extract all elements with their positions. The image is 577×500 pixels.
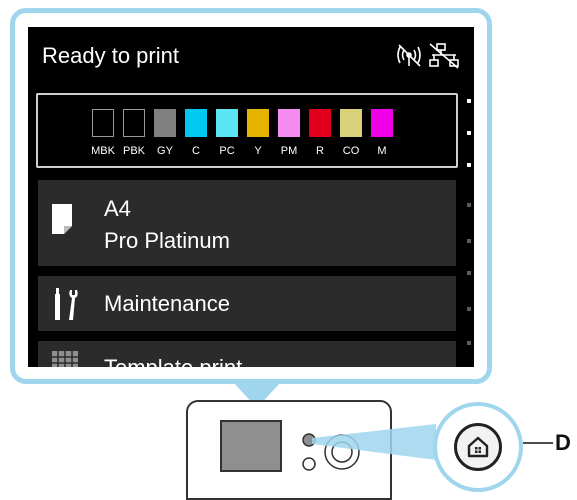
ink-tank-m [371, 109, 393, 137]
template-print-label: Template print [104, 355, 242, 367]
paper-icon [52, 204, 72, 234]
touchscreen-display: Ready to print MBK PBK GY C PC Y PM R CO M A4 Pro… [28, 27, 474, 367]
ink-label: PC [219, 145, 235, 157]
ink-tank-gy [154, 109, 176, 137]
ink-label: C [192, 145, 200, 157]
maintenance-label: Maintenance [104, 291, 230, 316]
ink-tank-y [247, 109, 269, 137]
template-icon [52, 351, 78, 367]
paper-settings-item[interactable]: A4 Pro Platinum [38, 180, 456, 266]
ink-label: CO [342, 145, 360, 157]
label-leader-line [523, 442, 553, 444]
scroll-indicator [467, 271, 471, 275]
scroll-indicator [467, 307, 471, 311]
callout-leader [312, 424, 436, 460]
scroll-indicator [467, 341, 471, 345]
ink-label: Y [254, 145, 262, 157]
scroll-indicator [467, 239, 471, 243]
scroll-indicator [467, 203, 471, 207]
callout-label-d: D [555, 430, 571, 455]
ink-label: MBK [91, 145, 115, 157]
ink-tank-c [185, 109, 207, 137]
network-status-icons [397, 43, 459, 69]
ink-tank-pbk [123, 109, 145, 137]
home-button[interactable] [454, 423, 502, 471]
ink-label: GY [157, 145, 173, 157]
ink-tank-r [309, 109, 331, 137]
tools-icon [55, 288, 78, 320]
status-title: Ready to print [42, 43, 179, 68]
ink-label: M [377, 145, 387, 157]
template-print-item[interactable]: Template print [38, 341, 456, 367]
ink-tank-pm [278, 109, 300, 137]
ink-label: R [316, 145, 324, 157]
scroll-indicator [467, 99, 471, 103]
ink-tank-co [340, 109, 362, 137]
paper-size: A4 [104, 196, 131, 221]
maintenance-item[interactable]: Maintenance [38, 276, 456, 331]
ink-tank-mbk [92, 109, 114, 137]
ink-label: PBK [122, 145, 145, 157]
ink-level-panel[interactable]: MBK PBK GY C PC Y PM R CO M [36, 93, 458, 168]
panel-screen [220, 420, 282, 472]
ink-tank-pc [216, 109, 238, 137]
home-icon [467, 436, 489, 458]
wired-lan-off-icon [429, 43, 459, 69]
scroll-indicator [467, 163, 471, 167]
paper-type: Pro Platinum [104, 228, 230, 253]
scroll-indicator [467, 131, 471, 135]
ink-label: PM [280, 145, 298, 157]
wireless-off-icon [397, 44, 421, 67]
